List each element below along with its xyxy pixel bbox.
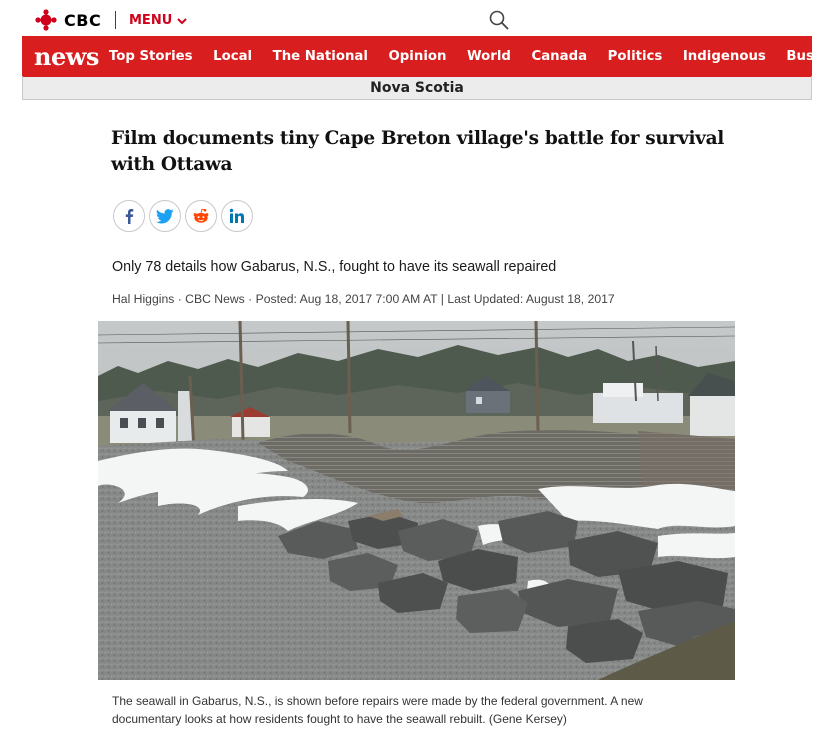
nav-link-canada[interactable]: Canada: [531, 49, 587, 64]
menu-button[interactable]: MENU: [129, 13, 187, 28]
cbc-logo-text: CBC: [64, 10, 102, 30]
share-twitter-button[interactable]: [149, 200, 181, 232]
seawall-photo: [98, 321, 735, 680]
news-section-logo[interactable]: news: [34, 42, 99, 71]
search-icon[interactable]: [488, 9, 510, 31]
share-linkedin-button[interactable]: [221, 200, 253, 232]
cbc-logo[interactable]: CBC: [34, 9, 101, 31]
nav-links: Top Stories Local The National Opinion W…: [109, 49, 826, 64]
nav-link-opinion[interactable]: Opinion: [388, 49, 446, 64]
share-facebook-button[interactable]: [113, 200, 145, 232]
nav-link-local[interactable]: Local: [213, 49, 252, 64]
share-reddit-button[interactable]: [185, 200, 217, 232]
reddit-icon: [193, 208, 209, 223]
nav-link-politics[interactable]: Politics: [608, 49, 663, 64]
header-divider: [115, 11, 116, 29]
article-photo[interactable]: [98, 321, 735, 680]
region-bar: Nova Scotia: [22, 76, 812, 100]
nav-link-world[interactable]: World: [467, 49, 511, 64]
menu-label: MENU: [129, 13, 173, 28]
share-buttons: [113, 200, 253, 232]
region-title[interactable]: Nova Scotia: [370, 80, 464, 96]
article-byline: Hal Higgins · CBC News · Posted: Aug 18,…: [112, 292, 615, 306]
chevron-down-icon: [177, 17, 187, 24]
linkedin-icon: [229, 208, 244, 223]
nav-link-the-national[interactable]: The National: [273, 49, 368, 64]
photo-caption: The seawall in Gabarus, N.S., is shown b…: [112, 694, 643, 726]
news-navigation-bar: news Top Stories Local The National Opin…: [22, 36, 826, 76]
article-headline: Film documents tiny Cape Breton village'…: [111, 128, 725, 175]
top-bar: CBC MENU: [0, 0, 826, 36]
cbc-gem-icon: [35, 9, 57, 31]
nav-link-top-stories[interactable]: Top Stories: [109, 49, 193, 64]
twitter-icon: [156, 208, 174, 223]
article-subtitle: Only 78 details how Gabarus, N.S., fough…: [112, 259, 557, 275]
nav-link-business[interactable]: Business: [786, 49, 826, 64]
facebook-icon: [125, 209, 134, 224]
nav-link-indigenous[interactable]: Indigenous: [683, 49, 766, 64]
